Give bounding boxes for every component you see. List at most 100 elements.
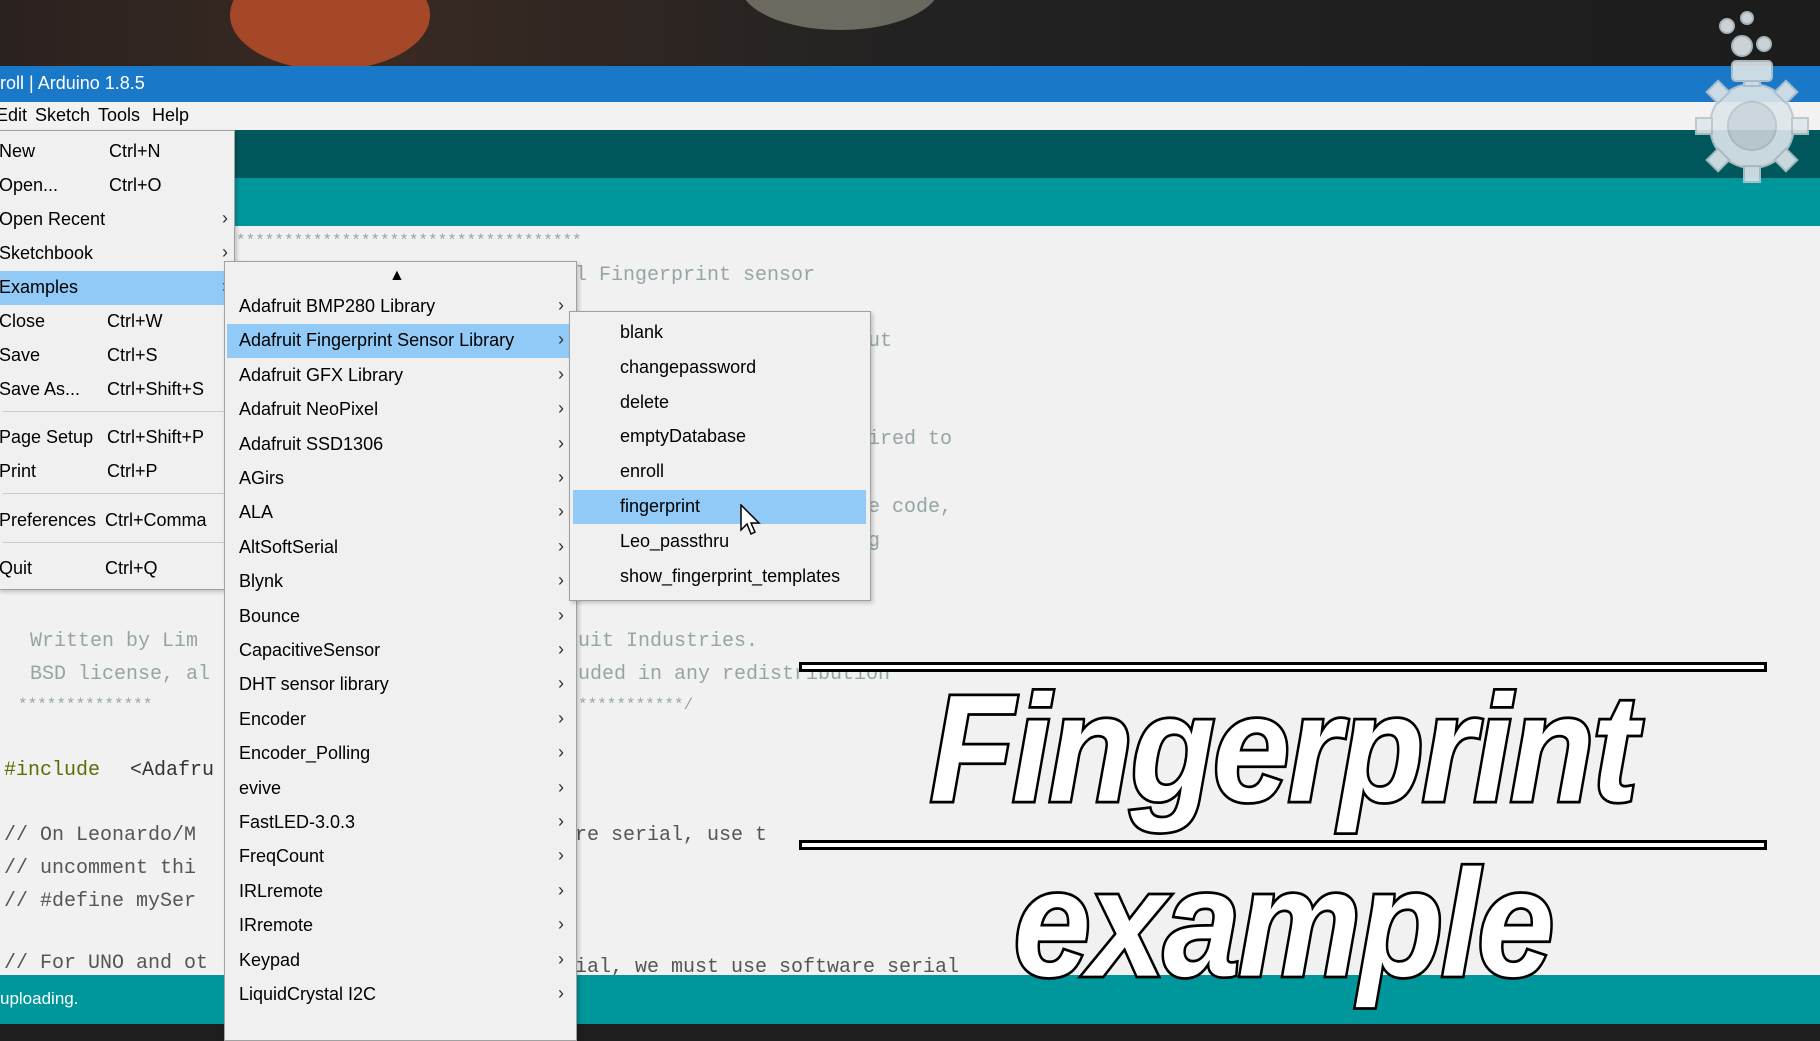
chevron-right-icon: › [558,295,564,316]
menu-item-quit[interactable]: Quit Ctrl+Q [0,552,234,586]
status-text: uploading. [0,989,78,1009]
chevron-right-icon: › [222,208,228,229]
chevron-right-icon: › [558,398,564,419]
examples-menu-item[interactable]: Encoder_Polling › [227,737,570,771]
label: IRremote [239,915,313,936]
shortcut: Ctrl+N [109,141,161,162]
examples-menu-item[interactable]: ALA› [227,496,570,530]
chevron-right-icon: › [558,673,564,694]
code-line: re serial, use t [575,824,767,847]
menu-item-page-setup[interactable]: Page Setup Ctrl+Shift+P [0,421,234,455]
label: Adafruit SSD1306 [239,434,383,455]
label: FastLED-3.0.3 [239,812,355,833]
fingerprint-example-item[interactable]: blank [573,316,866,350]
chevron-right-icon: › [558,708,564,729]
menu-item-examples[interactable]: Examples› [0,271,234,305]
code-line: e code, [868,496,952,519]
menu-help[interactable]: Help [152,105,189,126]
examples-menu-item[interactable]: Adafruit BMP280 Library › [227,290,570,324]
menu-item-save[interactable]: Save Ctrl+S [0,339,234,373]
fingerprint-example-item[interactable]: delete [573,386,866,420]
fingerprint-example-item[interactable]: changepassword [573,351,866,385]
examples-menu-item[interactable]: FastLED-3.0.3› [227,806,570,840]
examples-menu-item[interactable]: AGirs› [227,462,570,496]
examples-menu-item[interactable]: LiquidCrystal I2C› [227,978,570,1012]
label: fingerprint [620,496,700,517]
menu-item-save-as[interactable]: Save As...Ctrl+Shift+S [0,373,234,407]
tab-bar [235,178,1820,226]
examples-menu-item[interactable]: Adafruit Fingerprint Sensor Library› [227,324,570,358]
label: Blynk [239,571,283,592]
label: Save [0,345,40,366]
shortcut: Ctrl+S [107,345,158,366]
menu-item-print[interactable]: PrintCtrl+P [0,455,234,489]
video-title-overlay: Fingerprint example [799,660,1767,855]
menu-separator [3,542,230,543]
menu-item-sketchbook[interactable]: Sketchbook› [0,237,234,271]
examples-menu-item[interactable]: AltSoftSerial› [227,531,570,565]
channel-logo-gear-icon [1692,6,1812,186]
chevron-right-icon: › [558,639,564,660]
examples-menu-item[interactable]: evive› [227,772,570,806]
examples-menu-item[interactable]: IRLremote› [227,875,570,909]
examples-menu-item[interactable]: Adafruit SSD1306› [227,428,570,462]
examples-menu-item[interactable]: Encoder › [227,703,570,737]
shortcut: Ctrl+O [109,175,162,196]
examples-menu-item[interactable]: Blynk› [227,565,570,599]
fingerprint-example-item[interactable]: enroll [573,455,866,489]
examples-menu-item[interactable]: CapacitiveSensor› [227,634,570,668]
chevron-right-icon: › [558,949,564,970]
code-line: ************** [18,696,152,714]
code-line: // On Leonardo/M [4,824,196,847]
menu-edit[interactable]: Edit [0,105,27,126]
shortcut: Ctrl+Shift+S [107,379,204,400]
code-line: BSD license, al [30,663,210,686]
examples-menu-item[interactable]: Bounce› [227,600,570,634]
shortcut: Ctrl+P [107,461,158,482]
chevron-right-icon: › [558,983,564,1004]
examples-menu-item[interactable]: FreqCount› [227,840,570,874]
fingerprint-example-item[interactable]: fingerprint [573,490,866,524]
label: Encoder [239,709,306,730]
label: enroll [620,461,664,482]
menu-item-preferences[interactable]: PreferencesCtrl+Comma [0,504,234,538]
label: Quit [0,558,32,579]
label: Keypad [239,950,300,971]
shortcut: Ctrl+W [107,311,163,332]
menu-item-new[interactable]: New Ctrl+N [0,135,234,169]
label: Open... [0,175,58,196]
chevron-right-icon: › [558,742,564,763]
label: Bounce [239,606,300,627]
fingerprint-example-item[interactable]: emptyDatabase [573,420,866,454]
fingerprint-example-item[interactable]: Leo_passthru [573,525,866,559]
examples-menu-item[interactable]: Adafruit GFX Library› [227,359,570,393]
menu-item-open[interactable]: Open... Ctrl+O [0,169,234,203]
shortcut: Ctrl+Shift+P [107,427,204,448]
examples-menu-item[interactable]: DHT sensor library› [227,668,570,702]
label: Adafruit NeoPixel [239,399,378,420]
scroll-up-arrow-icon[interactable]: ▲ [389,267,405,285]
label: Encoder_Polling [239,743,370,764]
code-line: #include [4,759,100,782]
examples-menu-item[interactable]: Keypad › [227,944,570,978]
menu-item-close[interactable]: Close Ctrl+W [0,305,234,339]
menu-item-open-recent[interactable]: Open Recent› [0,203,234,237]
examples-menu-item[interactable]: Adafruit NeoPixel › [227,393,570,427]
chevron-right-icon: › [558,845,564,866]
label: delete [620,392,669,413]
menu-separator [3,411,230,412]
fingerprint-example-item[interactable]: show_fingerprint_templates [573,560,866,594]
label: Preferences [0,510,96,531]
label: AGirs [239,468,284,489]
code-line: ired to [868,428,952,451]
label: Adafruit BMP280 Library [239,296,435,317]
menu-tools[interactable]: Tools [98,105,140,126]
label: New [0,141,35,162]
label: AltSoftSerial [239,537,338,558]
examples-menu-item[interactable]: IRremote› [227,909,570,943]
menu-sketch[interactable]: Sketch [35,105,90,126]
label: Page Setup [0,427,93,448]
label: show_fingerprint_templates [620,566,840,587]
label: Close [0,311,45,332]
shortcut: Ctrl+Q [105,558,158,579]
